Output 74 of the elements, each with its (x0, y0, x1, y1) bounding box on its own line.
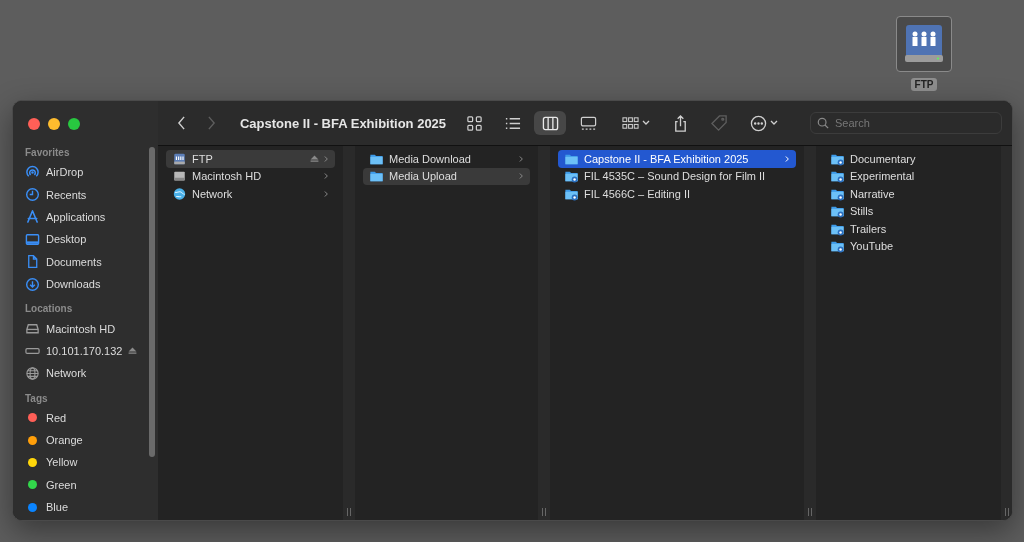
globe-icon (25, 365, 40, 381)
file-row[interactable]: Trailers (824, 220, 993, 238)
shared-folder-icon (830, 204, 845, 219)
file-row[interactable]: FIL 4566C – Editing II (558, 185, 796, 203)
caret-icon (642, 120, 650, 126)
sidebar-item[interactable]: Network (25, 362, 158, 385)
sidebar-heading: Favorites (25, 146, 71, 160)
share-icon (675, 114, 686, 132)
file-row[interactable]: YouTube (824, 237, 993, 255)
gallery-view-icon (580, 116, 596, 130)
applications-icon (25, 209, 40, 225)
search-icon (817, 117, 829, 129)
chevron-icon (785, 154, 790, 163)
icon-view-icon (466, 115, 482, 131)
view-mode-button[interactable] (534, 111, 567, 135)
file-row[interactable]: FTP (166, 150, 335, 168)
zoom-button[interactable] (68, 118, 80, 130)
more-icon (750, 115, 767, 131)
globe-icon (172, 186, 187, 201)
file-row[interactable]: Media Download (363, 150, 530, 168)
scrollbar[interactable] (149, 147, 155, 457)
sidebar-item[interactable]: Macintosh HD (25, 317, 158, 340)
window-title: Capstone II - BFA Exhibition 2025 (239, 115, 447, 131)
drive-label: FTP (910, 78, 938, 91)
sidebar-heading: Tags (25, 391, 49, 406)
desktop-icon (25, 231, 40, 247)
airdrop-icon (25, 164, 40, 180)
close-button[interactable] (28, 118, 40, 130)
caret-icon (770, 120, 778, 126)
minimize-button[interactable] (48, 118, 60, 130)
file-row[interactable]: Network (166, 185, 335, 203)
sidebar-item[interactable]: 10.101.170.132 (25, 339, 158, 363)
network-drive-icon (172, 151, 187, 166)
sidebar-item[interactable]: Desktop (25, 228, 158, 251)
file-row[interactable]: Experimental (824, 167, 993, 185)
shared-folder-icon (830, 169, 845, 184)
search-field[interactable]: Search (810, 112, 1002, 134)
shared-folder-icon (830, 239, 845, 254)
sidebar-item[interactable]: Green (25, 473, 158, 497)
resize-handle-icon[interactable] (541, 508, 547, 516)
sidebar-item[interactable]: Applications (25, 205, 158, 229)
resize-handle-icon[interactable] (1004, 508, 1010, 516)
file-row[interactable]: Capstone II - BFA Exhibition 2025 (558, 150, 796, 168)
resize-handle-icon[interactable] (346, 508, 352, 516)
folder-icon (369, 169, 384, 184)
document-icon (25, 254, 40, 270)
column-view-icon (542, 116, 558, 130)
file-row[interactable]: Media Upload (363, 167, 530, 185)
shared-folder-icon (564, 169, 579, 184)
sidebar-item[interactable]: AirDrop (25, 161, 158, 184)
tag-icon (711, 114, 727, 131)
eject-icon[interactable] (310, 155, 319, 163)
sidebar-item[interactable]: Downloads (25, 272, 158, 296)
file-row[interactable]: FIL 4535C – Sound Design for Film II (558, 167, 796, 185)
download-icon (25, 276, 40, 292)
sidebar-item[interactable]: Orange (25, 428, 158, 452)
sidebar-heading: Locations (25, 302, 74, 317)
file-row[interactable]: Documentary (824, 150, 993, 168)
file-row[interactable]: Macintosh HD (166, 167, 335, 185)
file-row[interactable]: Stills (824, 202, 993, 220)
clock-icon (25, 187, 40, 203)
sidebar-item[interactable]: Documents (25, 250, 158, 273)
sidebar-item[interactable]: Red (25, 406, 158, 429)
sidebar-item[interactable]: Yellow (25, 451, 158, 474)
grid-icon (622, 116, 639, 129)
sidebar-item[interactable]: Recents (25, 183, 158, 206)
resize-handle-icon[interactable] (807, 508, 813, 516)
forward-icon (207, 115, 217, 130)
sidebar-item[interactable]: Blue (25, 496, 158, 519)
file-row[interactable]: Narrative (824, 185, 993, 203)
ftp-drive-icon[interactable] (896, 16, 952, 72)
eject-icon[interactable] (128, 347, 138, 355)
back-icon (177, 115, 187, 130)
list-view-icon (504, 117, 521, 129)
